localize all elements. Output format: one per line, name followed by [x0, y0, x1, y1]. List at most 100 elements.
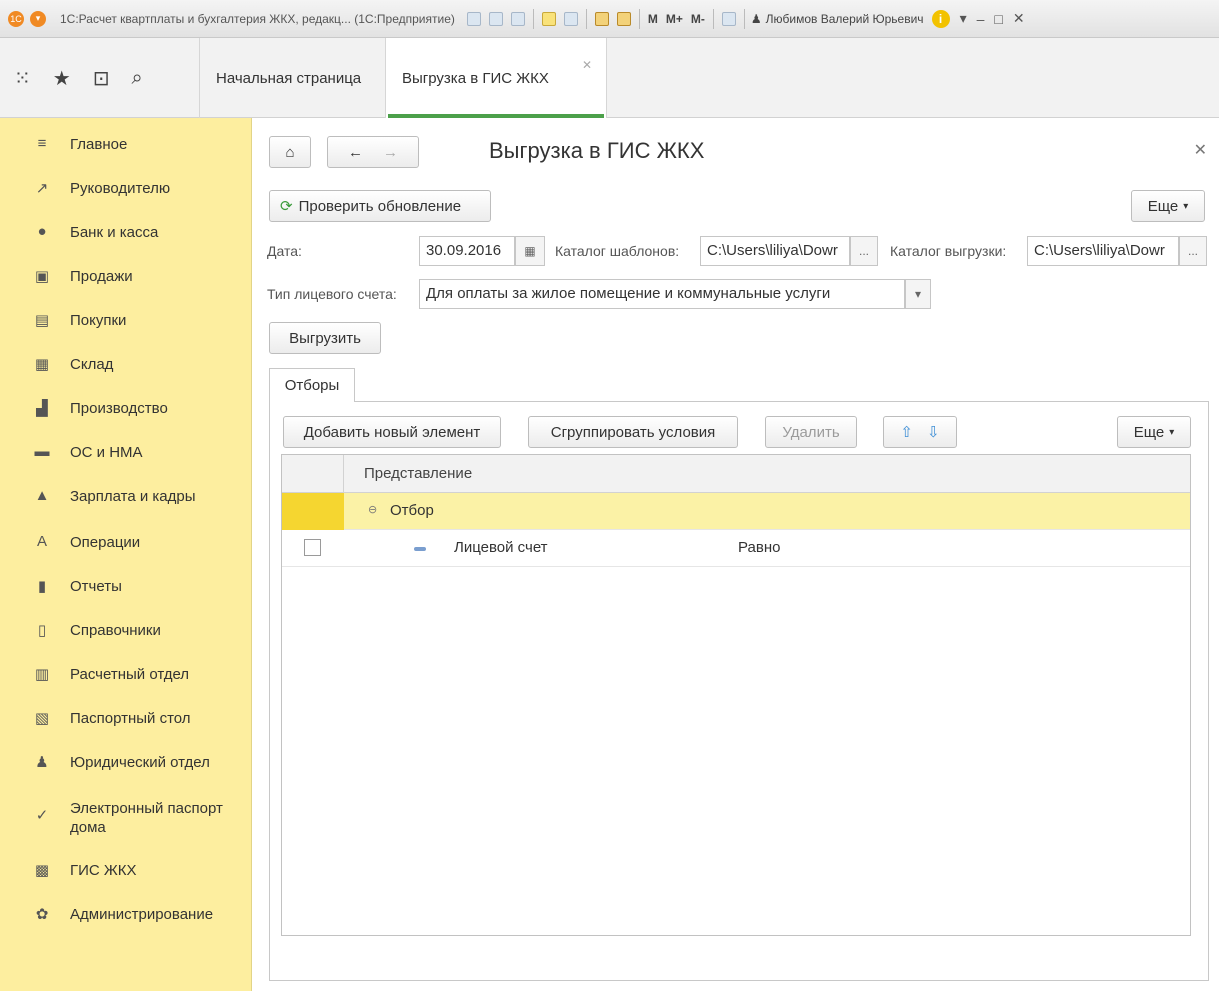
tab-close-icon[interactable]: ✕: [582, 58, 592, 72]
sidebar-item-8[interactable]: ▬ ОС и НМА: [0, 438, 252, 468]
forward-arrow-icon[interactable]: →: [383, 144, 398, 161]
row-condition: Равно: [738, 539, 781, 556]
sidebar-item-13[interactable]: ▥ Расчетный отдел: [0, 660, 252, 690]
export-button[interactable]: Выгрузить: [269, 322, 381, 354]
sidebar-section-icon: ●: [37, 223, 47, 240]
sidebar-item-6[interactable]: ▦ Склад: [0, 350, 252, 380]
column-header-representation[interactable]: Представление: [364, 465, 472, 482]
info-icon[interactable]: i: [931, 9, 950, 28]
account-type-dropdown-icon[interactable]: ▾: [905, 279, 931, 309]
calendar-picker-icon[interactable]: ▦: [515, 236, 545, 266]
memory-m-minus-button[interactable]: M-: [691, 12, 705, 26]
add-element-label: Добавить новый элемент: [303, 423, 481, 441]
tab-gis-export[interactable]: Выгрузка в ГИС ЖКХ ✕: [385, 38, 607, 118]
filters-table: Представление ⊖ Отбор Лицевой счет Равно: [281, 454, 1191, 936]
templates-dir-input[interactable]: C:\Users\liliya\Dowr: [700, 236, 850, 266]
toolbar-separator: [743, 8, 745, 29]
all-sections-icon[interactable]: ⁙: [14, 66, 31, 91]
check-update-button[interactable]: ⟳ Проверить обновление: [269, 190, 491, 222]
sidebar-section-icon: ▥: [34, 666, 50, 683]
sidebar-section-icon: A: [36, 533, 47, 550]
sidebar-item-12[interactable]: ▯ Справочники: [0, 616, 252, 646]
bookmark-icon[interactable]: [563, 11, 578, 26]
sidebar-section-icon: ▟: [36, 400, 48, 417]
templates-browse-button[interactable]: ...: [850, 236, 878, 266]
window-title-bar: 1C ▾ 1С:Расчет квартплаты и бухгалтерия …: [0, 0, 1219, 38]
calculator-icon[interactable]: [594, 11, 609, 26]
tab-label: Начальная страница: [216, 69, 362, 87]
table-header: Представление: [282, 455, 1190, 493]
current-user[interactable]: ♟ Любимов Валерий Юрьевич: [751, 12, 924, 26]
export-dir-label: Каталог выгрузки:: [890, 243, 1007, 259]
sidebar-item-18[interactable]: ✿ Администрирование: [0, 900, 252, 930]
history-icon[interactable]: ⊡: [93, 66, 110, 91]
use-condition-checkbox[interactable]: [304, 539, 321, 556]
account-type-select[interactable]: Для оплаты за жилое помещение и коммунал…: [419, 279, 905, 309]
tab-home-page[interactable]: Начальная страница: [199, 38, 385, 118]
search-icon[interactable]: ⌕: [131, 67, 142, 90]
export-dir-browse-button[interactable]: ...: [1179, 236, 1207, 266]
toolbar-separator: [638, 8, 640, 29]
table-row[interactable]: ⊖ Отбор: [282, 493, 1190, 530]
sidebar-item-15[interactable]: ♟ Юридический отдел: [0, 748, 252, 778]
sidebar-section-icon: ♟: [35, 754, 49, 771]
sidebar-item-14[interactable]: ▧ Паспортный стол: [0, 704, 252, 734]
sidebar-item-10[interactable]: A Операции: [0, 528, 252, 558]
sidebar-section-icon: ▬: [34, 443, 50, 460]
table-row[interactable]: Лицевой счет Равно: [282, 530, 1190, 567]
maximize-icon[interactable]: □: [994, 11, 1002, 27]
favorites-icon[interactable]: [541, 11, 556, 26]
group-conditions-button[interactable]: Сгруппировать условия: [528, 416, 738, 448]
print-icon[interactable]: [488, 11, 503, 26]
sidebar-item-5[interactable]: ▤ Покупки: [0, 306, 252, 336]
sidebar-section-icon: ≡: [37, 135, 47, 152]
minimize-icon[interactable]: –: [977, 11, 985, 27]
menu-dropdown-icon[interactable]: ▾: [30, 10, 46, 27]
preview-icon[interactable]: [510, 11, 525, 26]
sidebar-item-1[interactable]: ≡ Главное: [0, 130, 252, 160]
close-window-icon[interactable]: ✕: [1013, 10, 1025, 27]
app-logo-icon[interactable]: 1C: [8, 10, 24, 27]
form-title: Выгрузка в ГИС ЖКХ: [489, 138, 705, 163]
tab-filters-label: Отборы: [284, 377, 340, 394]
sidebar-item-16[interactable]: ✓ Электронный паспорт дома: [0, 794, 252, 836]
more-button[interactable]: Еще ▾: [1131, 190, 1205, 222]
filters-more-button[interactable]: Еще ▾: [1117, 416, 1191, 448]
memory-m-button[interactable]: M: [648, 12, 658, 26]
sidebar-item-11[interactable]: ▮ Отчеты: [0, 572, 252, 602]
move-up-icon[interactable]: ⇧: [900, 423, 913, 441]
sidebar-item-2[interactable]: ↗ Руководителю: [0, 174, 252, 204]
sidebar-item-17[interactable]: ▩ ГИС ЖКХ: [0, 856, 252, 886]
history-nav-buttons: ← →: [327, 136, 419, 168]
sidebar-item-4[interactable]: ▣ Продажи: [0, 262, 252, 292]
sidebar-item-label: Расчетный отдел: [70, 666, 190, 683]
delete-button[interactable]: Удалить: [765, 416, 857, 448]
close-form-icon[interactable]: ✕: [1194, 140, 1207, 160]
move-down-icon[interactable]: ⇩: [927, 423, 940, 441]
sidebar-item-label: Продажи: [70, 268, 133, 285]
sidebar-item-label-line2: дома: [70, 819, 106, 836]
sidebar-item-label: Главное: [70, 136, 128, 153]
tab-filters[interactable]: Отборы: [269, 368, 355, 402]
calendar-icon[interactable]: [616, 11, 631, 26]
date-input[interactable]: 30.09.2016: [419, 236, 515, 266]
sidebar-item-9[interactable]: ▲ Зарплата и кадры: [0, 482, 252, 512]
sidebar-section-icon: ▦: [34, 356, 50, 373]
collapse-group-icon[interactable]: ⊖: [368, 503, 377, 516]
sidebar-item-7[interactable]: ▟ Производство: [0, 394, 252, 424]
back-arrow-icon[interactable]: ←: [348, 144, 363, 161]
memory-m-plus-button[interactable]: M+: [666, 12, 683, 26]
sidebar-item-3[interactable]: ● Банк и касса: [0, 218, 252, 248]
account-type-label: Тип лицевого счета:: [267, 286, 397, 302]
home-button[interactable]: ⌂: [269, 136, 311, 168]
add-element-button[interactable]: Добавить новый элемент: [283, 416, 501, 448]
panels-icon[interactable]: [721, 11, 736, 26]
export-dir-input[interactable]: C:\Users\liliya\Dowr: [1027, 236, 1179, 266]
templates-label: Каталог шаблонов:: [555, 243, 680, 259]
favorites-star-icon[interactable]: ★: [53, 66, 71, 91]
sidebar-item-label: Операции: [70, 534, 141, 551]
window-menu-chevron-icon[interactable]: ▾: [960, 10, 967, 27]
save-icon[interactable]: [466, 11, 481, 26]
sidebar-section-icon: ✿: [35, 906, 49, 923]
condition-item-icon: [414, 547, 426, 551]
